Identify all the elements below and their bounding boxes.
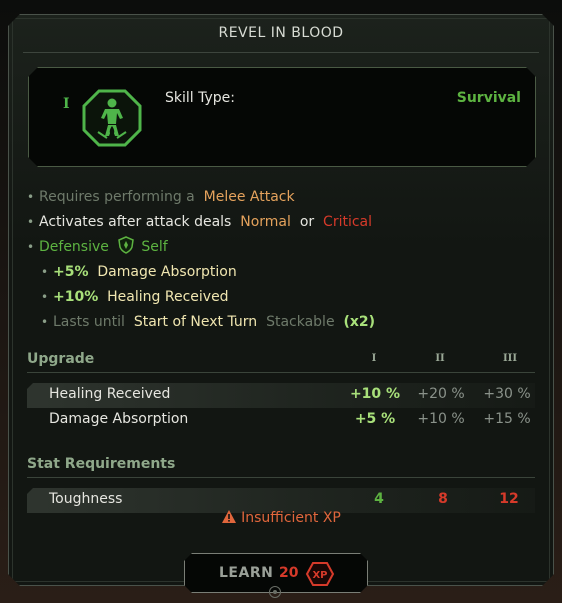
effect-value: +5%: [53, 264, 89, 280]
upgrade-value-rank-3: +15 %: [483, 411, 531, 427]
upgrade-row: Healing Received +10 % +20 % +30 %: [27, 383, 535, 408]
effect-label: Healing Received: [107, 289, 229, 305]
requirement-value-rank-1: 4: [374, 491, 384, 507]
figure-in-octagon-icon: [81, 88, 143, 148]
skill-type-label: Skill Type:: [165, 90, 235, 106]
activation-line: • Activates after attack deals Normal or …: [27, 210, 535, 235]
requires-prefix: Requires performing a: [39, 189, 195, 205]
upgrade-value-rank-2: +20 %: [417, 386, 465, 402]
effect-value: +10%: [53, 289, 99, 305]
xp-cost: 20: [279, 565, 299, 581]
upgrade-heading: Upgrade: [27, 351, 95, 367]
requirements-header: Stat Requirements: [27, 456, 535, 478]
requires-value: Melee Attack: [203, 189, 295, 205]
bullet: •: [41, 315, 49, 329]
learn-label: LEARN: [219, 565, 274, 581]
skill-title: REVEL IN BLOOD: [218, 25, 344, 41]
target-line: • Defensive Self: [27, 235, 535, 260]
rank-column-3: III: [502, 353, 518, 364]
requirement-stat-name: Toughness: [49, 491, 123, 507]
upgrade-value-rank-1: +10 %: [349, 386, 401, 402]
activates-prefix: Activates after attack deals: [39, 214, 232, 230]
stackable-label: Stackable: [266, 314, 335, 330]
effect-line: • +5% Damage Absorption: [27, 260, 535, 285]
upgrade-value-rank-3: +30 %: [483, 386, 531, 402]
defensive-label: Defensive: [39, 239, 109, 255]
bullet: •: [27, 240, 35, 254]
requirement-value-rank-3: 12: [499, 491, 519, 507]
bullet: •: [41, 290, 49, 304]
activates-critical: Critical: [323, 214, 373, 230]
xp-badge-icon: XP: [305, 561, 335, 587]
upgrade-value-rank-1: +5 %: [354, 411, 396, 427]
activates-or: or: [299, 214, 315, 230]
skill-description: • Requires performing a Melee Attack • Act…: [27, 185, 535, 335]
bullet: •: [27, 190, 35, 204]
upgrade-value-rank-2: +10 %: [417, 411, 465, 427]
shield-icon: [117, 236, 135, 254]
skill-type-value: Survival: [456, 90, 521, 106]
rank-column-2: II: [435, 353, 445, 364]
upgrade-stat-name: Healing Received: [49, 386, 171, 402]
rank-marker: I: [63, 96, 70, 112]
xp-badge-text: XP: [312, 570, 327, 581]
upgrade-stat-name: Damage Absorption: [49, 411, 189, 427]
target-label: Self: [141, 239, 168, 255]
bullet: •: [27, 215, 35, 229]
requirement-value-rank-2: 8: [438, 491, 448, 507]
activates-normal: Normal: [240, 214, 291, 230]
effect-label: Damage Absorption: [97, 264, 237, 280]
requirement-line: • Requires performing a Melee Attack: [27, 185, 535, 210]
upgrade-row: Damage Absorption +5 % +10 % +15 %: [27, 408, 535, 433]
stack-count: (x2): [343, 314, 376, 330]
warning-triangle-icon: [222, 510, 237, 523]
upgrade-header: Upgrade I II III: [27, 351, 535, 373]
duration-value: Start of Next Turn: [133, 314, 258, 330]
duration-prefix: Lasts until: [53, 314, 125, 330]
skill-header-box: I Skill Type: Survival: [28, 67, 536, 167]
controller-hint-icon: [269, 586, 281, 598]
duration-line: • Lasts until Start of Next Turn Stackabl…: [27, 310, 535, 335]
warning-text: Insufficient XP: [241, 510, 341, 526]
skill-tooltip-panel: REVEL IN BLOOD I Skill Type: Survival • R…: [8, 14, 554, 586]
effect-line: • +10% Healing Received: [27, 285, 535, 310]
insufficient-xp-warning: Insufficient XP: [0, 509, 562, 526]
rank-column-1: I: [371, 353, 377, 364]
requirements-heading: Stat Requirements: [27, 456, 176, 472]
title-divider: [23, 52, 539, 53]
bullet: •: [41, 265, 49, 279]
